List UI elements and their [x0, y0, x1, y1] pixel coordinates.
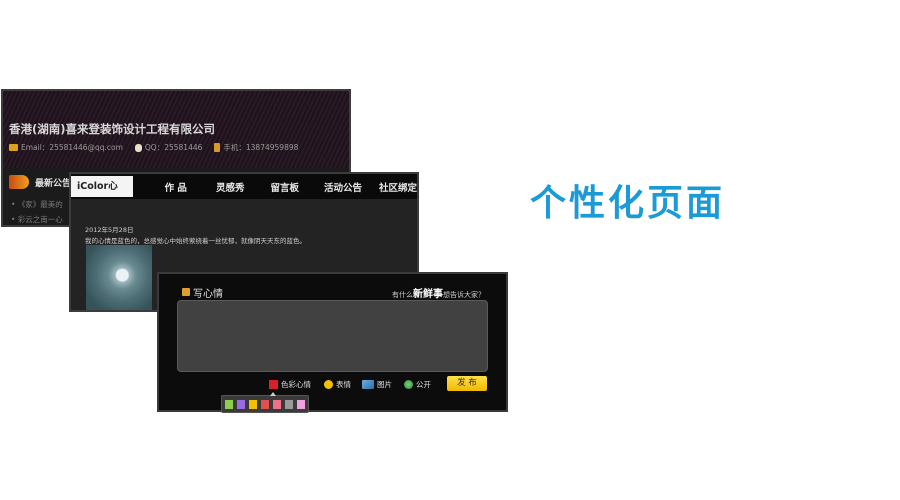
notice-header: 最新公告 [9, 175, 71, 189]
qq-contact[interactable]: QQ：25581446 [134, 142, 203, 153]
color-swatch[interactable] [297, 399, 305, 409]
mood-text: 我的心情是蓝色的，总感觉心中始终萦绕着一丝忧郁，就像阴天天东的蓝色。 [85, 237, 306, 245]
emoji-button[interactable]: 表情 [324, 379, 351, 390]
tab-guestbook[interactable]: 留言板 [270, 180, 299, 194]
smiley-icon [324, 380, 333, 389]
color-swatch[interactable] [273, 399, 281, 409]
megaphone-icon [9, 175, 29, 189]
tab-events[interactable]: 活动公告 [324, 180, 362, 194]
color-mood-button[interactable]: 色彩心情 [269, 379, 311, 390]
email-icon [9, 144, 18, 151]
email-text: Email：25581446@qq.com [21, 143, 123, 152]
prompt-highlight: 新鲜事 [413, 289, 443, 300]
mood-composer-card: 写心情 有什么新鲜事想告诉大家？ 色彩心情 表情 图片 公开 发 布 [157, 272, 508, 412]
picture-icon [362, 380, 374, 389]
color-swatch[interactable] [285, 399, 293, 409]
notice-list: • 《家》最美的 • 彩云之南一心 [11, 197, 63, 225]
company-name: 香港(湖南)喜来登装饰设计工程有限公司 [9, 122, 216, 136]
image-button[interactable]: 图片 [362, 379, 392, 390]
mood-textarea[interactable] [177, 300, 488, 372]
publish-button[interactable]: 发 布 [447, 376, 487, 391]
tab-community[interactable]: 社区绑定 [379, 180, 417, 194]
pencil-icon [182, 288, 190, 296]
tab-icolor[interactable]: iColor心情 [71, 176, 133, 213]
page-heading: 个性化页面 [530, 183, 726, 224]
phone-text: 手机：13874959898 [223, 143, 299, 152]
composer-prompt: 有什么新鲜事想告诉大家？ [392, 289, 485, 300]
water-drop-photo[interactable] [86, 245, 152, 310]
notice-item[interactable]: • 《家》最美的 [11, 197, 63, 212]
color-swatch[interactable] [261, 399, 269, 409]
globe-icon [404, 380, 413, 389]
visibility-button[interactable]: 公开 [404, 379, 431, 390]
color-swatch[interactable] [237, 399, 245, 409]
email-contact[interactable]: Email：25581446@qq.com [9, 142, 123, 153]
color-swatch[interactable] [249, 399, 257, 409]
tab-works[interactable]: 作 品 [165, 180, 187, 194]
palette-caret [270, 392, 276, 396]
color-palette [221, 392, 309, 413]
qq-icon [134, 143, 142, 152]
top-nav: iColor心情 作 品 灵感秀 留言板 活动公告 社区绑定 [71, 174, 417, 213]
contact-info: Email：25581446@qq.com QQ：25581446 手机：138… [9, 142, 310, 153]
notice-item[interactable]: • 彩云之南一心 [11, 212, 63, 225]
mood-date: 2012年5月28日 [85, 226, 134, 234]
composer-title: 写心情 [193, 289, 223, 300]
phone-contact: 手机：13874959898 [214, 142, 298, 153]
tab-inspiration[interactable]: 灵感秀 [216, 180, 245, 194]
qq-text: QQ：25581446 [144, 143, 203, 152]
notice-title: 最新公告 [35, 178, 72, 189]
color-swatch-icon [269, 380, 278, 389]
phone-icon [214, 143, 221, 152]
color-swatch[interactable] [225, 399, 233, 409]
